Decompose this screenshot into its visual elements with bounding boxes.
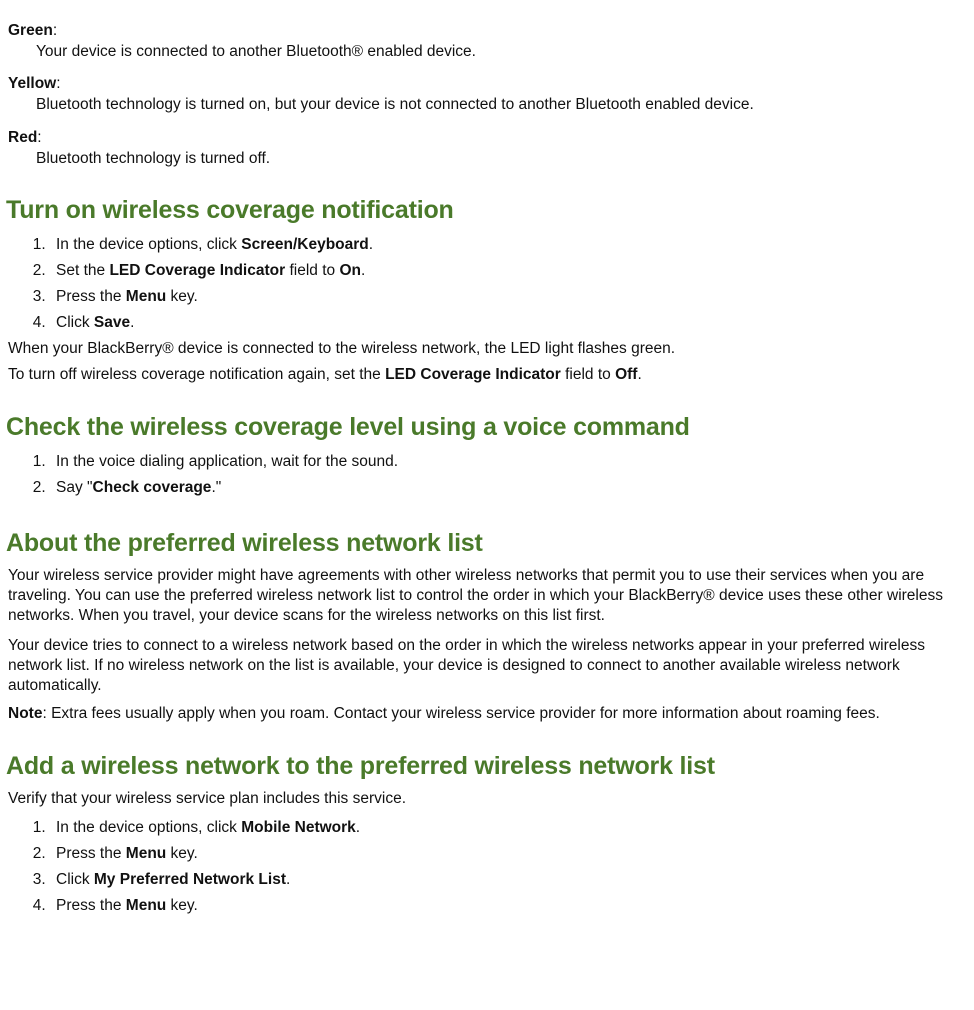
document-page: Green: Your device is connected to anoth… [0, 0, 974, 932]
after-steps-text: To turn off wireless coverage notificati… [8, 365, 964, 385]
indicator-green-label: Green: [8, 22, 966, 40]
indicator-list: Green: Your device is connected to anoth… [6, 22, 966, 168]
heading-add-wireless-network: Add a wireless network to the preferred … [6, 752, 966, 781]
about-preferred-paragraph: Your device tries to connect to a wirele… [8, 636, 964, 696]
note-label: Note [8, 705, 42, 722]
steps-check-wireless-voice: In the voice dialing application, wait f… [8, 450, 966, 500]
heading-about-preferred-network: About the preferred wireless network lis… [6, 529, 966, 558]
step: In the device options, click Screen/Keyb… [50, 233, 966, 257]
step: Say "Check coverage." [50, 476, 966, 500]
steps-turn-on-wireless-notification: In the device options, click Screen/Keyb… [8, 233, 966, 335]
step: Set the LED Coverage Indicator field to … [50, 259, 966, 283]
after-steps-text: When your BlackBerry® device is connecte… [8, 339, 964, 359]
indicator-red-text: Bluetooth technology is turned off. [36, 149, 966, 168]
step: Click My Preferred Network List. [50, 868, 966, 892]
about-preferred-paragraph: Your wireless service provider might hav… [8, 566, 964, 626]
step: In the voice dialing application, wait f… [50, 450, 966, 474]
step: Press the Menu key. [50, 894, 966, 918]
step: Press the Menu key. [50, 285, 966, 309]
step: Click Save. [50, 311, 966, 335]
indicator-yellow-label: Yellow: [8, 75, 966, 93]
heading-check-wireless-voice: Check the wireless coverage level using … [6, 413, 966, 442]
step: In the device options, click Mobile Netw… [50, 816, 966, 840]
heading-turn-on-wireless-notification: Turn on wireless coverage notification [6, 196, 966, 225]
steps-add-wireless-network: In the device options, click Mobile Netw… [8, 816, 966, 918]
step: Press the Menu key. [50, 842, 966, 866]
intro-verify-service: Verify that your wireless service plan i… [8, 789, 964, 809]
note-line: Note: Extra fees usually apply when you … [8, 704, 964, 724]
indicator-green-text: Your device is connected to another Blue… [36, 42, 966, 61]
indicator-red-label: Red: [8, 129, 966, 147]
indicator-yellow-text: Bluetooth technology is turned on, but y… [36, 95, 966, 114]
